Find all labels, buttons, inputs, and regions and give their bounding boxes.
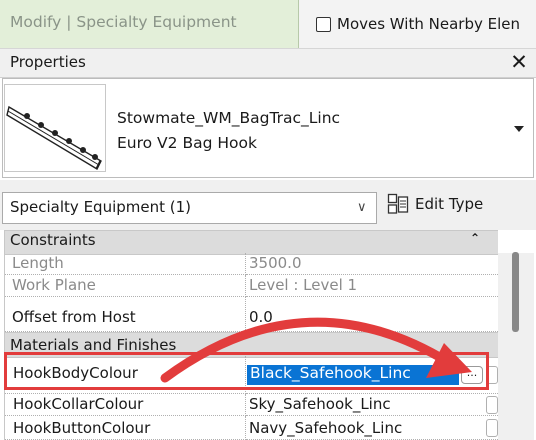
moves-with-nearby-label: Moves With Nearby Elen [337, 15, 520, 33]
close-icon[interactable]: ✕ [508, 49, 530, 75]
property-value-hook-collar-colour[interactable]: Sky_Safehook_Linc [246, 394, 498, 416]
row-value: 3500.0 [249, 254, 302, 272]
property-name-hook-button-colour: HookButtonColour [5, 416, 246, 440]
edit-type-button[interactable]: Edit Type [387, 190, 483, 218]
property-name-work-plane: Work Plane [5, 275, 246, 297]
collapse-chevron-icon[interactable]: ⌃ [470, 231, 480, 245]
bag-track-icon [6, 105, 102, 170]
row-label: HookButtonColour [13, 419, 151, 437]
type-preview-thumbnail [4, 84, 106, 172]
properties-title: Properties [10, 53, 86, 71]
row-value: Level : Level 1 [249, 276, 358, 294]
family-name: Stowmate_WM_BagTrac_Linc [117, 109, 341, 127]
property-value-hook-button-colour[interactable]: Navy_Safehook_Linc [246, 416, 498, 440]
property-name-offset-from-host: Offset from Host [5, 297, 246, 332]
row-label: HookCollarColour [13, 395, 144, 413]
instance-filter-label: Specialty Equipment (1) [10, 198, 192, 216]
scrollbar-thumb[interactable] [512, 252, 519, 332]
type-name: Euro V2 Bag Hook [117, 134, 257, 152]
property-value-length: 3500.0 [246, 253, 498, 275]
property-name-hook-collar-colour: HookCollarColour [5, 394, 246, 416]
row-side-button[interactable] [486, 419, 498, 437]
property-name-length: Length [5, 253, 246, 275]
edit-type-icon [387, 193, 409, 214]
contextual-tab-label: Modify | Specialty Equipment [10, 13, 237, 31]
group-label-constraints: Constraints [10, 231, 96, 249]
contextual-tab-modify[interactable]: Modify | Specialty Equipment [0, 0, 299, 48]
row-side-button[interactable] [486, 396, 498, 414]
row-value: Sky_Safehook_Linc [249, 395, 391, 413]
row-label: Length [12, 254, 64, 272]
annotation-highlight-box [4, 352, 489, 390]
chevron-down-icon[interactable]: ∨ [357, 200, 367, 215]
property-value-work-plane: Level : Level 1 [246, 275, 498, 297]
type-dropdown-arrow-icon[interactable] [514, 126, 524, 132]
checkbox-box[interactable] [316, 16, 331, 32]
row-label: Offset from Host [12, 308, 136, 326]
row-value: 0.0 [249, 308, 273, 326]
row-value: Navy_Safehook_Linc [249, 419, 403, 437]
moves-with-nearby-checkbox[interactable]: Moves With Nearby Elen [316, 12, 520, 36]
property-value-offset-from-host[interactable]: 0.0 [246, 297, 498, 332]
row-label: Work Plane [12, 276, 96, 294]
edit-type-label: Edit Type [415, 195, 484, 213]
